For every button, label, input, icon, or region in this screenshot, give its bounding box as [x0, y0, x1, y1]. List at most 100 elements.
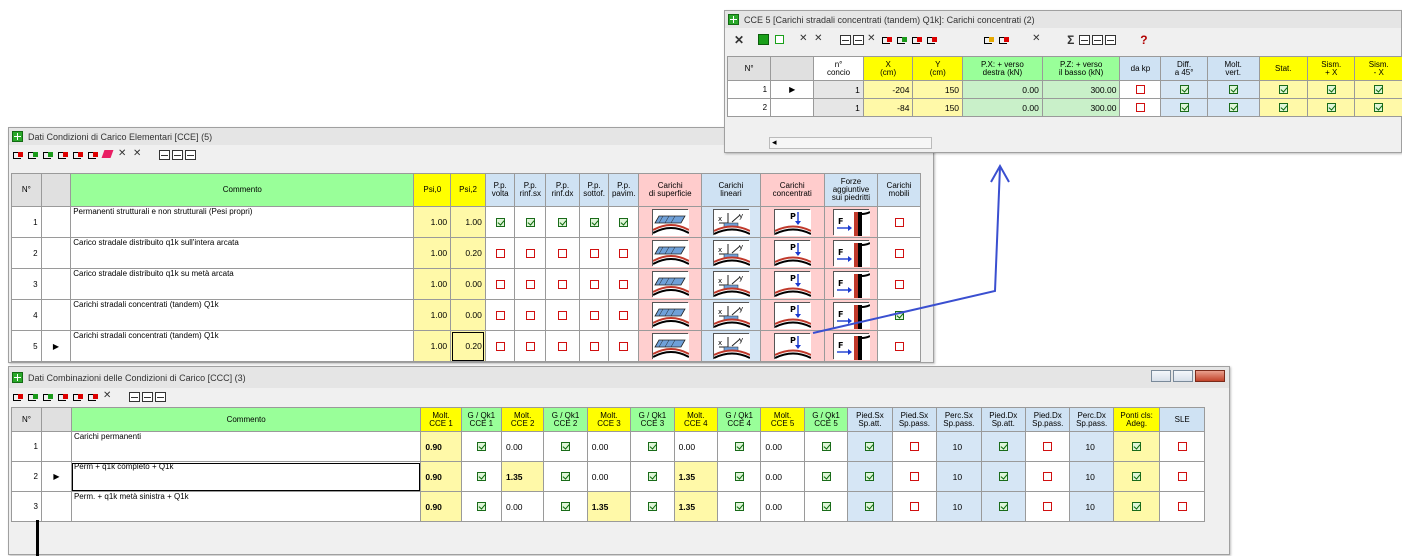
molt-cce4-cell[interactable]: 1.35: [674, 462, 717, 492]
insert-row-icon[interactable]: [12, 149, 25, 160]
pied-dx-att-checkbox[interactable]: [999, 472, 1008, 481]
linear-load-icon[interactable]: xy: [713, 271, 749, 297]
append-row-icon[interactable]: [42, 391, 55, 402]
commento-cell[interactable]: Carichi stradali concentrati (tandem) Q1…: [71, 300, 414, 331]
row-selector[interactable]: [41, 207, 71, 238]
confirm-icon[interactable]: [758, 34, 769, 45]
delete-row-icon[interactable]: [87, 149, 100, 160]
table-row[interactable]: 3 Carico stradale distribuito q1k su met…: [12, 269, 921, 300]
pp-rinfsx-checkbox[interactable]: [526, 342, 535, 351]
psi2-cell[interactable]: 1.00: [451, 207, 486, 238]
commento-cell[interactable]: Carichi stradali concentrati (tandem) Q1…: [71, 331, 414, 362]
g-cce4-checkbox[interactable]: [735, 502, 744, 511]
g-cce4-checkbox[interactable]: [735, 472, 744, 481]
insert-row-icon[interactable]: [12, 391, 25, 402]
g-cce2-checkbox[interactable]: [561, 472, 570, 481]
g-cce4-checkbox[interactable]: [735, 442, 744, 451]
g-cce5-checkbox[interactable]: [822, 442, 831, 451]
clear-icon[interactable]: [813, 34, 826, 45]
molt-cce2-cell[interactable]: 0.00: [501, 492, 543, 522]
psi0-cell[interactable]: 1.00: [414, 269, 451, 300]
row-selector[interactable]: ▶: [41, 462, 71, 492]
ponti-adeg-checkbox[interactable]: [1132, 442, 1141, 451]
added-force-icon[interactable]: F: [833, 302, 869, 328]
save-icon[interactable]: [775, 35, 784, 44]
pp-pavim-checkbox[interactable]: [619, 249, 628, 258]
pied-sx-att-checkbox[interactable]: [865, 472, 874, 481]
scroll-left-icon[interactable]: ◂: [772, 138, 777, 148]
perc-sx-cell[interactable]: 10: [937, 462, 981, 492]
pied-dx-att-checkbox[interactable]: [999, 442, 1008, 451]
sism-mx-checkbox[interactable]: [1374, 85, 1383, 94]
sism-mx-checkbox[interactable]: [1374, 103, 1383, 112]
table-row[interactable]: 1 ▶ 1 -204 150 0.00 300.00: [728, 81, 1402, 99]
move-row-icon[interactable]: [57, 149, 70, 160]
g-cce2-checkbox[interactable]: [561, 442, 570, 451]
delete-row-icon[interactable]: [87, 391, 100, 402]
added-force-icon[interactable]: F: [833, 209, 869, 235]
concentrated-load-icon[interactable]: P: [774, 302, 810, 328]
surface-load-icon[interactable]: [652, 333, 688, 359]
copy-icon[interactable]: [798, 34, 811, 45]
pp-pavim-checkbox[interactable]: [619, 311, 628, 320]
stat-checkbox[interactable]: [1279, 85, 1288, 94]
fit-height-icon[interactable]: [142, 392, 153, 402]
g-cce2-checkbox[interactable]: [561, 502, 570, 511]
commento-cell[interactable]: Perm. + q1k metà sinistra + Q1k: [71, 492, 420, 522]
sort-asc-icon[interactable]: [840, 35, 851, 45]
pp-pavim-checkbox[interactable]: [619, 218, 628, 227]
sort-icon[interactable]: [866, 34, 879, 45]
commento-cell[interactable]: Carico stradale distribuito q1k sull'int…: [71, 238, 414, 269]
pz-cell[interactable]: 300.00: [1042, 99, 1120, 117]
table-row[interactable]: 2 Carico stradale distribuito q1k sull'i…: [12, 238, 921, 269]
y-cell[interactable]: 150: [913, 81, 963, 99]
diff-checkbox[interactable]: [1180, 85, 1189, 94]
psi2-cell[interactable]: 0.00: [451, 269, 486, 300]
sle-checkbox[interactable]: [1178, 502, 1187, 511]
psi2-cell[interactable]: 0.20: [451, 238, 486, 269]
import-icon[interactable]: [983, 34, 996, 45]
pz-cell[interactable]: 300.00: [1042, 81, 1120, 99]
horizontal-scrollbar[interactable]: ◂: [769, 137, 932, 149]
pp-volta-checkbox[interactable]: [496, 249, 505, 258]
molt-checkbox[interactable]: [1229, 103, 1238, 112]
added-force-icon[interactable]: F: [833, 333, 869, 359]
sism-px-checkbox[interactable]: [1327, 103, 1336, 112]
sism-px-checkbox[interactable]: [1327, 85, 1336, 94]
hide-rows-icon[interactable]: [159, 150, 170, 160]
pp-rinfdx-checkbox[interactable]: [558, 342, 567, 351]
px-cell[interactable]: 0.00: [963, 99, 1043, 117]
concentrated-load-icon[interactable]: P: [774, 271, 810, 297]
pp-rinfdx-checkbox[interactable]: [558, 280, 567, 289]
linear-load-icon[interactable]: xy: [713, 209, 749, 235]
table-row[interactable]: 2 ▶ Perm + q1k completo + Q1k 0.90 1.35 …: [12, 462, 1205, 492]
pied-dx-att-checkbox[interactable]: [999, 502, 1008, 511]
duplicate-row-icon[interactable]: [72, 149, 85, 160]
g-cce5-checkbox[interactable]: [822, 472, 831, 481]
surface-load-icon[interactable]: [652, 302, 688, 328]
sum-icon[interactable]: Σ: [1064, 33, 1077, 47]
carichi-mobili-checkbox[interactable]: [895, 342, 904, 351]
molt-cce3-cell[interactable]: 1.35: [587, 492, 630, 522]
move-row-icon[interactable]: [57, 391, 70, 402]
cut-icon[interactable]: [117, 149, 130, 160]
fit-width-icon[interactable]: [155, 392, 166, 402]
minimize-icon[interactable]: [1151, 370, 1171, 382]
help-icon[interactable]: ?: [1134, 33, 1153, 47]
molt-cce2-cell[interactable]: 0.00: [501, 432, 543, 462]
psi0-cell[interactable]: 1.00: [414, 300, 451, 331]
x-cell[interactable]: -84: [863, 99, 913, 117]
perc-dx-cell[interactable]: 10: [1070, 462, 1113, 492]
pied-dx-pass-checkbox[interactable]: [1043, 472, 1052, 481]
pp-rinfsx-checkbox[interactable]: [526, 218, 535, 227]
pin-icon[interactable]: [1031, 34, 1044, 45]
sle-checkbox[interactable]: [1178, 442, 1187, 451]
concentrated-load-icon[interactable]: P: [774, 240, 810, 266]
pp-pavim-checkbox[interactable]: [619, 342, 628, 351]
ponti-adeg-checkbox[interactable]: [1132, 502, 1141, 511]
commento-cell[interactable]: Perm + q1k completo + Q1k: [71, 462, 420, 492]
table-row[interactable]: 2 1 -84 150 0.00 300.00: [728, 99, 1402, 117]
psi0-cell[interactable]: 1.00: [414, 331, 451, 362]
insert-after-icon[interactable]: [896, 34, 909, 45]
row-selector[interactable]: ▶: [771, 81, 814, 99]
